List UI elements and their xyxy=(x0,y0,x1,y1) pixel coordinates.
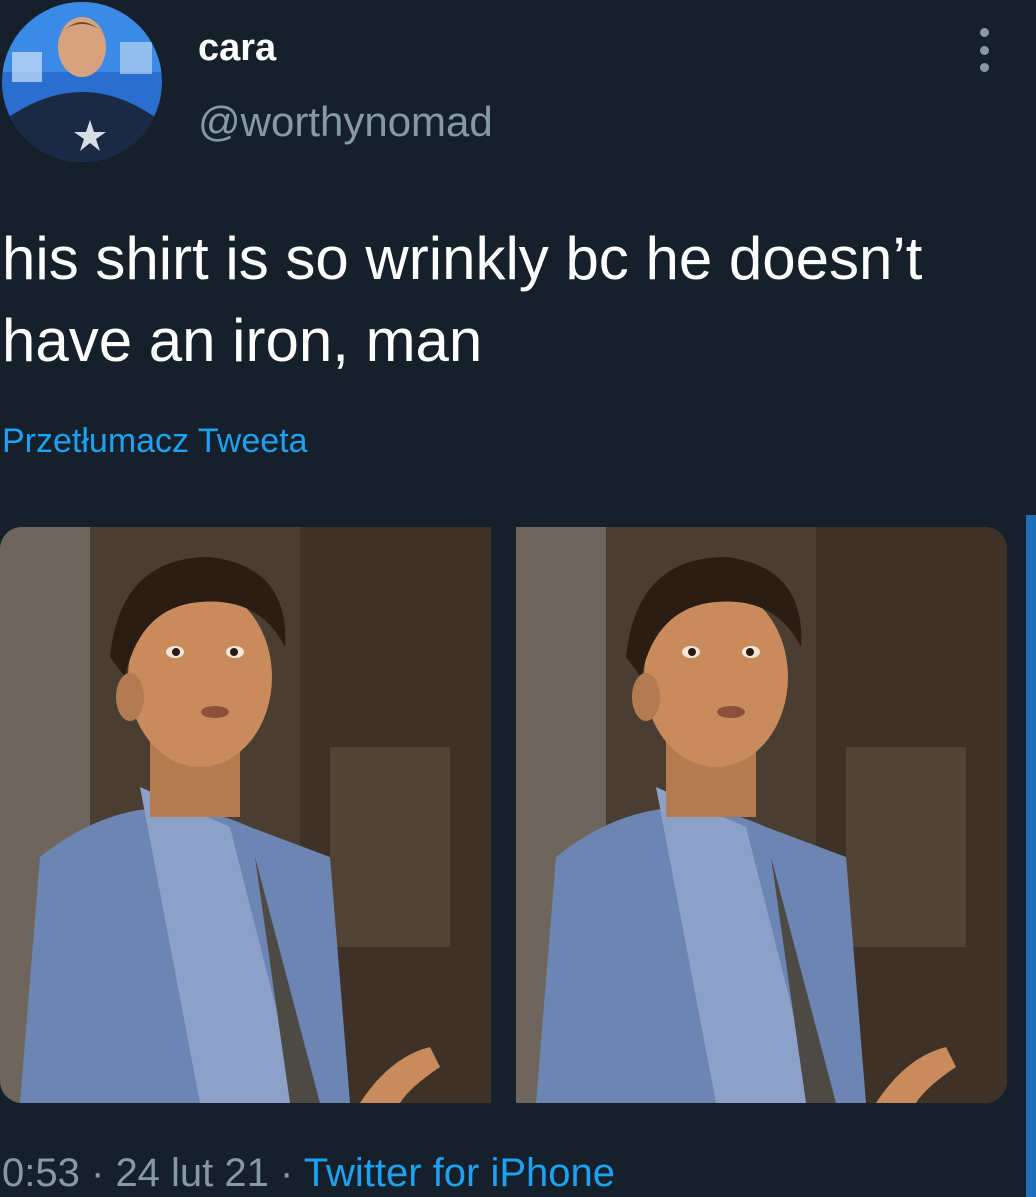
translate-tweet-link[interactable]: Przetłumacz Tweeta xyxy=(2,421,308,461)
photo-image xyxy=(0,527,491,1103)
meta-separator: · xyxy=(280,1151,294,1195)
tweet-meta: 0:53 · 24 lut 21 · Twitter for iPhone xyxy=(2,1150,615,1196)
meta-separator: · xyxy=(90,1151,105,1195)
tweet-text: his shirt is so wrinkly bc he doesn’t ha… xyxy=(2,225,923,374)
tweet-source-link[interactable]: Twitter for iPhone xyxy=(304,1151,615,1195)
tweet-time: 0:53 xyxy=(2,1151,80,1195)
photo-image xyxy=(516,527,1007,1103)
display-name[interactable]: cara xyxy=(198,28,276,68)
tweet-photo-2[interactable] xyxy=(516,527,1007,1103)
scrollbar[interactable] xyxy=(1026,515,1036,1197)
more-options-icon[interactable] xyxy=(970,28,998,72)
tweet-date: 24 lut 21 xyxy=(115,1151,269,1195)
user-handle[interactable]: @worthynomad xyxy=(198,100,493,144)
avatar[interactable] xyxy=(2,2,162,162)
tweet-photo-1[interactable] xyxy=(0,527,491,1103)
avatar-image xyxy=(2,2,162,162)
